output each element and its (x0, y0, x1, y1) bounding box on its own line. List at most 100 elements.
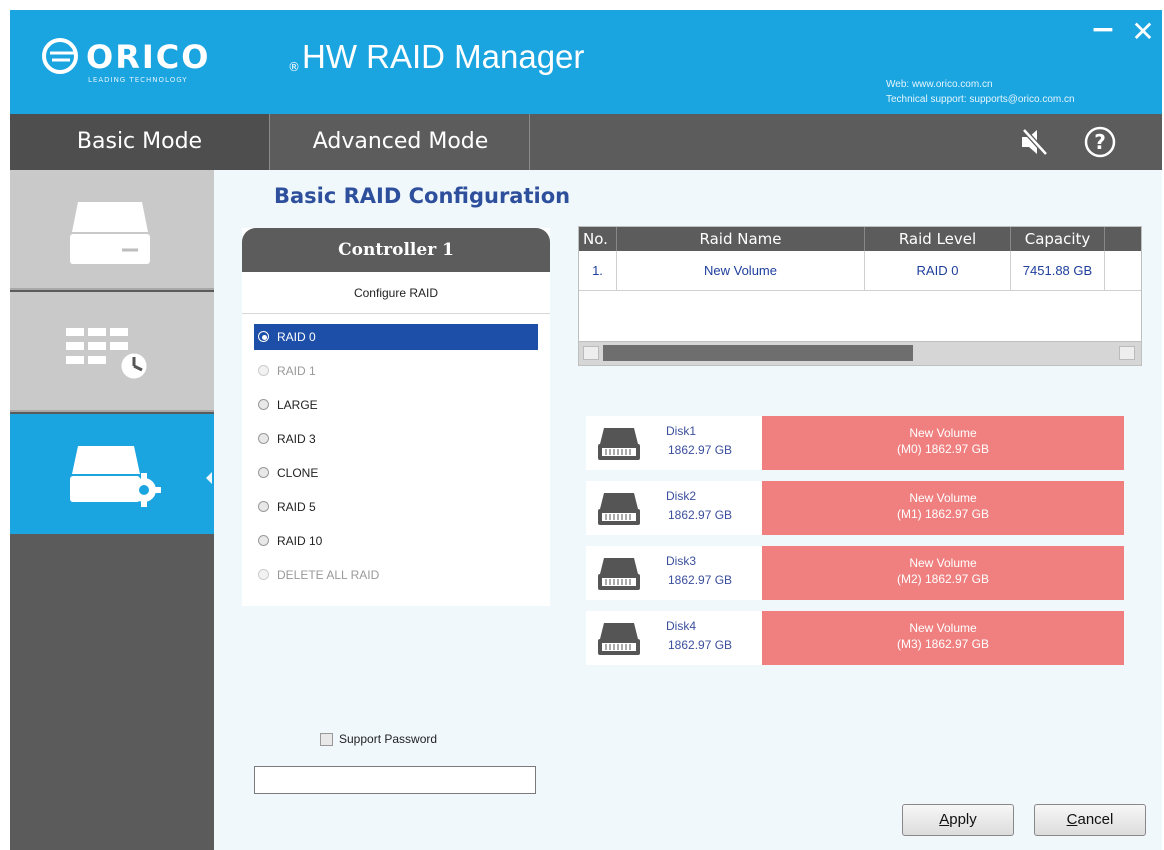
raid-option-delete-all-raid[interactable]: DELETE ALL RAID (254, 562, 538, 588)
sidebar-item-configure[interactable] (10, 414, 214, 534)
raid-option-raid-1[interactable]: RAID 1 (254, 358, 538, 384)
disk-volume-block[interactable]: New Volume (M3) 1862.97 GB (762, 611, 1124, 665)
support-password-checkbox[interactable]: Support Password (320, 732, 437, 752)
sidebar-item-table[interactable] (10, 292, 214, 412)
hard-drive-icon (598, 428, 640, 460)
minimize-button[interactable]: − (1088, 15, 1118, 46)
disk-volume-name: New Volume (909, 556, 977, 570)
controller-panel: Controller 1 Configure RAID RAID 0 RAID 1… (242, 228, 550, 606)
cell-raid-name: New Volume (617, 251, 865, 291)
hard-drive-icon (598, 623, 640, 655)
table-row[interactable]: 1. New Volume RAID 0 7451.88 GB (579, 251, 1141, 291)
configure-raid-label: Configure RAID (242, 272, 550, 314)
raid-option-large[interactable]: LARGE (254, 392, 538, 418)
column-header-capacity[interactable]: Capacity (1011, 227, 1105, 251)
disk-volume-name: New Volume (909, 621, 977, 635)
scrollbar-thumb[interactable] (603, 345, 913, 361)
active-indicator-arrow (206, 472, 212, 484)
disk-name: Disk3 (666, 554, 697, 568)
controller-header: Controller 1 (242, 228, 550, 272)
svg-text:?: ? (1094, 130, 1106, 154)
disk-row: Disk1 1862.97 GB New Volume (M0) 1862.97 GB (586, 416, 1124, 470)
disk-capacity: 1862.97 GB (668, 443, 733, 457)
raid-option-clone[interactable]: CLONE (254, 460, 538, 486)
radio-button[interactable] (258, 569, 269, 581)
disk-volume-block[interactable]: New Volume (M2) 1862.97 GB (762, 546, 1124, 600)
volume-table-header: No. Raid Name Raid Level Capacity (579, 227, 1141, 251)
password-input[interactable] (254, 766, 536, 794)
orico-logo-icon (42, 38, 78, 74)
tab-basic-mode[interactable]: Basic Mode (10, 114, 270, 170)
volume-table: No. Raid Name Raid Level Capacity 1. New… (578, 226, 1142, 366)
brand-tagline: LEADING TECHNOLOGY (88, 76, 188, 84)
column-header-no[interactable]: No. (579, 227, 617, 251)
disk-volume-member: (M0) 1862.97 GB (896, 442, 990, 456)
disk-name: Disk1 (666, 424, 697, 438)
cell-no: 1. (579, 251, 617, 291)
radio-button[interactable] (258, 501, 269, 513)
sidebar-item-disk[interactable] (10, 170, 214, 290)
raid-option-label: RAID 3 (277, 432, 316, 446)
raid-option-label: LARGE (277, 398, 318, 412)
cancel-button[interactable]: Cancel (1034, 804, 1146, 836)
column-header-raid-level[interactable]: Raid Level (865, 227, 1011, 251)
apply-label-rest: pply (949, 811, 977, 828)
registered-mark: ® (288, 60, 300, 74)
hard-drive-icon (598, 493, 640, 525)
support-password-label: Support Password (339, 732, 438, 746)
disk-volume-block[interactable]: New Volume (M0) 1862.97 GB (762, 416, 1124, 470)
radio-button[interactable] (258, 365, 269, 377)
disk-capacity: 1862.97 GB (668, 638, 733, 652)
radio-button[interactable] (258, 331, 269, 343)
disk-volume-member: (M1) 1862.97 GB (896, 507, 990, 521)
disk-volume-member: (M3) 1862.97 GB (896, 637, 990, 651)
checkbox-box[interactable] (320, 733, 333, 747)
disk-row: Disk2 1862.97 GB New Volume (M1) 1862.97 GB (586, 481, 1124, 535)
support-email-text: Technical support: supports@orico.com.cn (886, 94, 1075, 105)
column-header-raid-name[interactable]: Raid Name (617, 227, 865, 251)
brand-name: ORICO (86, 38, 211, 76)
disk-drive-icon (70, 202, 150, 264)
disk-volume-name: New Volume (909, 426, 977, 440)
disk-name: Disk4 (666, 619, 697, 633)
radio-button[interactable] (258, 399, 269, 411)
raid-option-label: RAID 10 (277, 534, 323, 548)
radio-button[interactable] (258, 433, 269, 445)
raid-option-label: CLONE (277, 466, 319, 480)
disk-capacity: 1862.97 GB (668, 508, 733, 522)
orico-logo: ORICO LEADING TECHNOLOGY ® (40, 32, 300, 88)
raid-manager-window: ORICO LEADING TECHNOLOGY ® HW RAID Manag… (10, 10, 1162, 850)
disk-volume-name: New Volume (909, 491, 977, 505)
raid-option-raid-0[interactable]: RAID 0 (254, 324, 538, 350)
raid-option-label: RAID 0 (277, 330, 316, 344)
mute-icon[interactable] (1018, 126, 1050, 158)
disk-volume-block[interactable]: New Volume (M1) 1862.97 GB (762, 481, 1124, 535)
disk-row: Disk4 1862.97 GB New Volume (M3) 1862.97 GB (586, 611, 1124, 665)
table-clock-icon (66, 328, 150, 382)
apply-button[interactable]: Apply (902, 804, 1014, 836)
scroll-left-button[interactable] (583, 346, 599, 360)
radio-button[interactable] (258, 535, 269, 547)
help-icon[interactable]: ? (1082, 124, 1118, 160)
mode-bar: Basic Mode Advanced Mode ? (10, 114, 1162, 170)
tab-advanced-mode[interactable]: Advanced Mode (272, 114, 530, 170)
cancel-label-rest: ancel (1077, 811, 1114, 828)
raid-option-raid-10[interactable]: RAID 10 (254, 528, 538, 554)
scroll-right-button[interactable] (1119, 346, 1135, 360)
close-button[interactable]: ✕ (1128, 18, 1158, 48)
disk-row: Disk3 1862.97 GB New Volume (M2) 1862.97 GB (586, 546, 1124, 600)
cell-capacity: 7451.88 GB (1011, 251, 1105, 291)
cancel-hotkey: C (1066, 811, 1078, 828)
disk-volume-member: (M2) 1862.97 GB (896, 572, 990, 586)
title-bar: ORICO LEADING TECHNOLOGY ® HW RAID Manag… (10, 10, 1162, 114)
cell-raid-level: RAID 0 (865, 251, 1011, 291)
raid-option-raid-5[interactable]: RAID 5 (254, 494, 538, 520)
horizontal-scrollbar[interactable] (579, 341, 1141, 365)
raid-option-raid-3[interactable]: RAID 3 (254, 426, 538, 452)
radio-button[interactable] (258, 467, 269, 479)
disk-name: Disk2 (666, 489, 697, 503)
raid-option-label: RAID 1 (277, 364, 316, 378)
raid-option-label: DELETE ALL RAID (277, 568, 380, 582)
disk-settings-icon (70, 446, 161, 507)
page-title: Basic RAID Configuration (274, 184, 571, 208)
